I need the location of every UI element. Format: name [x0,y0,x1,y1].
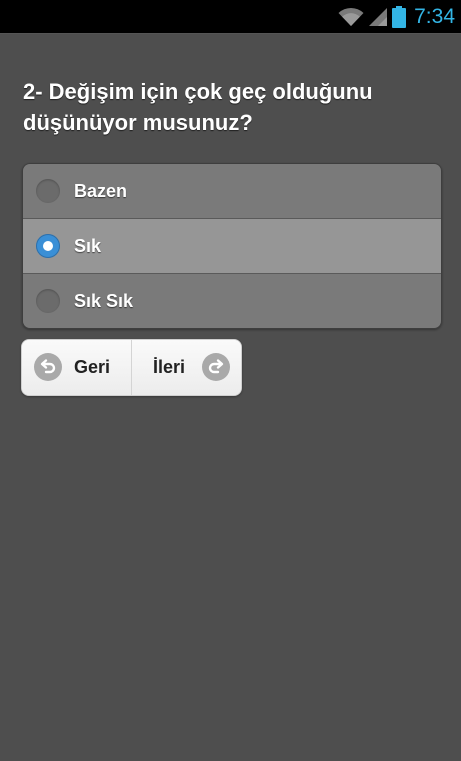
answer-options: Bazen Sık Sık Sık [22,163,442,329]
option-label: Bazen [74,180,128,201]
navigation-buttons: Geri İleri [21,339,242,396]
next-button[interactable]: İleri [131,340,241,395]
question-text: 2- Değişim için çok geç olduğunu düşünüy… [23,79,373,135]
option-bazen[interactable]: Bazen [23,164,441,218]
undo-arrow-icon [34,353,62,381]
status-icons: 7:34 [338,0,455,33]
wifi-icon [338,7,364,27]
radio-icon[interactable] [36,179,60,203]
radio-checked-icon[interactable] [36,234,60,258]
next-label: İleri [153,357,186,377]
status-bar: 7:34 [0,0,461,34]
back-label: Geri [74,357,111,377]
back-button[interactable]: Geri [22,340,131,395]
signal-icon [368,7,388,27]
option-sik-sik[interactable]: Sık Sık [23,273,441,328]
option-label: Sık Sık [74,290,134,311]
radio-icon[interactable] [36,289,60,313]
redo-arrow-icon [202,353,230,381]
option-sik[interactable]: Sık [23,218,441,273]
battery-icon [392,5,407,28]
clock: 7:34 [414,4,455,28]
option-label: Sık [74,235,102,256]
